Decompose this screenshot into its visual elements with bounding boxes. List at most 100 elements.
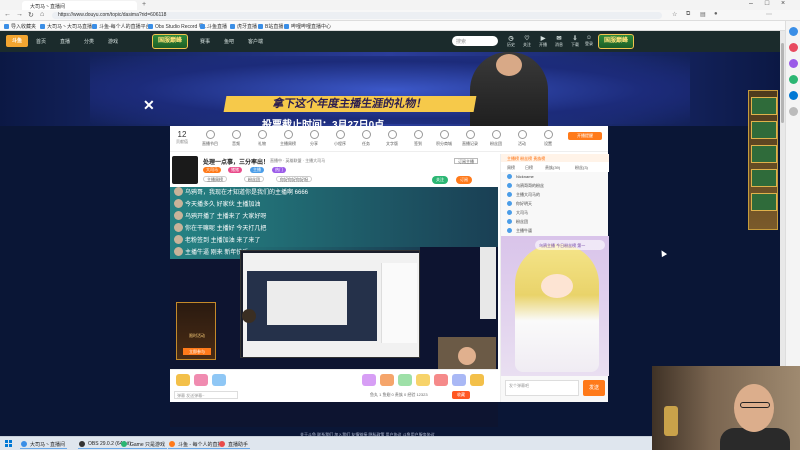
room-tag[interactable]: 粉丝团: [244, 176, 264, 182]
bookmark-item[interactable]: 斗鱼-每个人的直播平台: [92, 23, 151, 30]
sidebar-tools-icon[interactable]: [789, 59, 798, 68]
brand-badge[interactable]: 国服巅峰: [152, 34, 188, 49]
brand-badge-right[interactable]: 国服巅峰: [598, 34, 634, 49]
toolbar-item[interactable]: 礼物: [250, 130, 274, 147]
ad-tile[interactable]: [751, 169, 777, 187]
promo-card[interactable]: 限时活动 立即参与: [176, 302, 216, 360]
room-tag[interactable]: 主播周榜: [203, 176, 227, 182]
gift-icon[interactable]: [416, 374, 430, 386]
login-icon[interactable]: ☺ 登录: [582, 35, 596, 47]
ad-tile[interactable]: [751, 145, 777, 163]
bookmark-item[interactable]: B站直播: [258, 23, 283, 30]
maximize-icon[interactable]: □: [760, 0, 774, 7]
subtab-fans[interactable]: 粉丝(3): [575, 165, 588, 171]
toolbar-item[interactable]: 直播记录: [458, 130, 482, 147]
nav-item-client[interactable]: 客户端: [248, 38, 263, 45]
ad-tile[interactable]: [751, 121, 777, 139]
toolbar-item[interactable]: 粉丝团: [484, 130, 508, 147]
follow-icon[interactable]: ♡ 关注: [520, 35, 534, 48]
favorite-button[interactable]: 收藏: [452, 391, 470, 399]
gift-icon[interactable]: [194, 374, 208, 386]
minimize-icon[interactable]: –: [744, 0, 758, 7]
toolbar-item[interactable]: 设置: [536, 130, 560, 147]
remind-button[interactable]: 开播提醒: [568, 132, 602, 140]
more-icon[interactable]: ⋯: [766, 11, 772, 18]
stream-tag[interactable]: 大司马: [203, 167, 221, 173]
fan-row[interactable]: 你好明天: [507, 201, 603, 209]
toolbar-item[interactable]: 小程序: [328, 130, 352, 147]
bookmark-item[interactable]: 哔哩哔哩直播中心: [284, 23, 331, 30]
sidebar-games-icon[interactable]: [789, 75, 798, 84]
toolbar-item[interactable]: 签到: [406, 130, 430, 147]
promo-button[interactable]: 立即参与: [183, 348, 211, 355]
nav-item-home[interactable]: 首页: [36, 38, 46, 45]
ad-tile[interactable]: [751, 193, 777, 211]
taskbar-item[interactable]: 大司马丶直播间: [20, 439, 68, 449]
close-banner-icon[interactable]: ✕: [143, 97, 155, 114]
ad-tile[interactable]: [751, 97, 777, 115]
subtab-week[interactable]: 周榜: [507, 165, 515, 171]
home-icon[interactable]: ⌂: [40, 11, 44, 18]
bookmark-item[interactable]: 大司马丶大司马直播...: [40, 23, 96, 30]
player-gear-icon[interactable]: [242, 309, 256, 323]
sidebar-shopping-icon[interactable]: [789, 43, 798, 52]
sidebar-search-icon[interactable]: [789, 27, 798, 36]
subscribe-label[interactable]: 订阅主播: [454, 158, 478, 164]
event-banner[interactable]: 拿下这个年度主播生涯的礼物！ 投票截止时间：3月27日0点: [0, 52, 780, 126]
windows-start-icon[interactable]: [5, 440, 13, 448]
chat-input[interactable]: 发个弹幕吧: [505, 380, 579, 396]
browser-tab[interactable]: 大司马丶直播间: [22, 1, 137, 10]
toolbar-item[interactable]: 活动: [510, 130, 534, 147]
broadcast-icon[interactable]: ▶ 开播: [536, 35, 550, 48]
history-icon[interactable]: ◷ 历史: [504, 35, 518, 48]
fan-row[interactable]: 大司马: [507, 210, 603, 218]
fan-row[interactable]: 粉丝团: [507, 219, 603, 227]
sidebar-outlook-icon[interactable]: [789, 91, 798, 100]
toolbar-item[interactable]: 音频: [224, 130, 248, 147]
message-icon[interactable]: ✉ 消息: [552, 35, 566, 48]
toolbar-item[interactable]: 文字版: [380, 130, 404, 147]
forward-icon[interactable]: →: [16, 11, 23, 18]
nav-item-yuba[interactable]: 鱼吧: [224, 38, 234, 45]
fan-row[interactable]: 主播牛逼: [507, 228, 603, 236]
gift-icon[interactable]: [176, 374, 190, 386]
side-ad[interactable]: [748, 90, 778, 230]
toolbar-item[interactable]: 任务: [354, 130, 378, 147]
chat-area[interactable]: 乌鸦主播 今日粉丝榜 第一: [501, 236, 609, 376]
scrollbar-thumb[interactable]: [781, 43, 784, 123]
taskbar-item[interactable]: 直播助手: [218, 439, 251, 449]
nav-item-esports[interactable]: 赛事: [200, 38, 210, 45]
site-logo[interactable]: 斗鱼: [6, 35, 28, 47]
stream-tag[interactable]: 热门: [272, 167, 286, 173]
streamer-avatar[interactable]: [172, 156, 198, 184]
back-icon[interactable]: ←: [4, 11, 11, 18]
danmaku-input[interactable]: 弹幕 发送弹幕~: [174, 391, 238, 399]
subtab-day[interactable]: 日榜: [525, 165, 533, 171]
toolbar-item[interactable]: 主播周榜: [276, 130, 300, 147]
collections-icon[interactable]: ▤: [700, 11, 706, 18]
download-icon[interactable]: ⇩ 下载: [568, 35, 582, 48]
bookmark-item[interactable]: 虎牙直播: [230, 23, 257, 30]
gift-icon[interactable]: [470, 374, 484, 386]
extensions-icon[interactable]: ⧉: [686, 11, 690, 18]
room-tag[interactable]: 你好你好你好呀: [276, 176, 312, 182]
toolbar-item[interactable]: 直播节目: [198, 130, 222, 147]
gift-icon[interactable]: [434, 374, 448, 386]
gift-icon[interactable]: [362, 374, 376, 386]
taskbar-item[interactable]: Game 只是游戏: [120, 439, 168, 449]
bookmark-item[interactable]: Obs Studio Record 导...: [148, 23, 208, 30]
toolbar-item[interactable]: 积分商城: [432, 130, 456, 147]
toolbar-item[interactable]: 分享: [302, 130, 326, 147]
gift-icon[interactable]: [212, 374, 226, 386]
url-field[interactable]: https://www.douyu.com/topic/dasima?rid=6…: [52, 12, 662, 19]
nav-item-live[interactable]: 直播: [60, 38, 70, 45]
fan-row[interactable]: 乌鸦哥哥的粉丝: [507, 183, 603, 191]
nav-item-games[interactable]: 游戏: [108, 38, 118, 45]
bookmark-item[interactable]: 斗鱼直播: [200, 23, 227, 30]
subtab-noble[interactable]: 贵族(39): [545, 165, 560, 171]
gift-icon[interactable]: [452, 374, 466, 386]
fan-row[interactable]: 主播大司马的: [507, 192, 603, 200]
stream-tag[interactable]: 主播: [250, 167, 264, 173]
close-window-icon[interactable]: ×: [776, 0, 790, 7]
favorite-icon[interactable]: ☆: [672, 11, 677, 18]
